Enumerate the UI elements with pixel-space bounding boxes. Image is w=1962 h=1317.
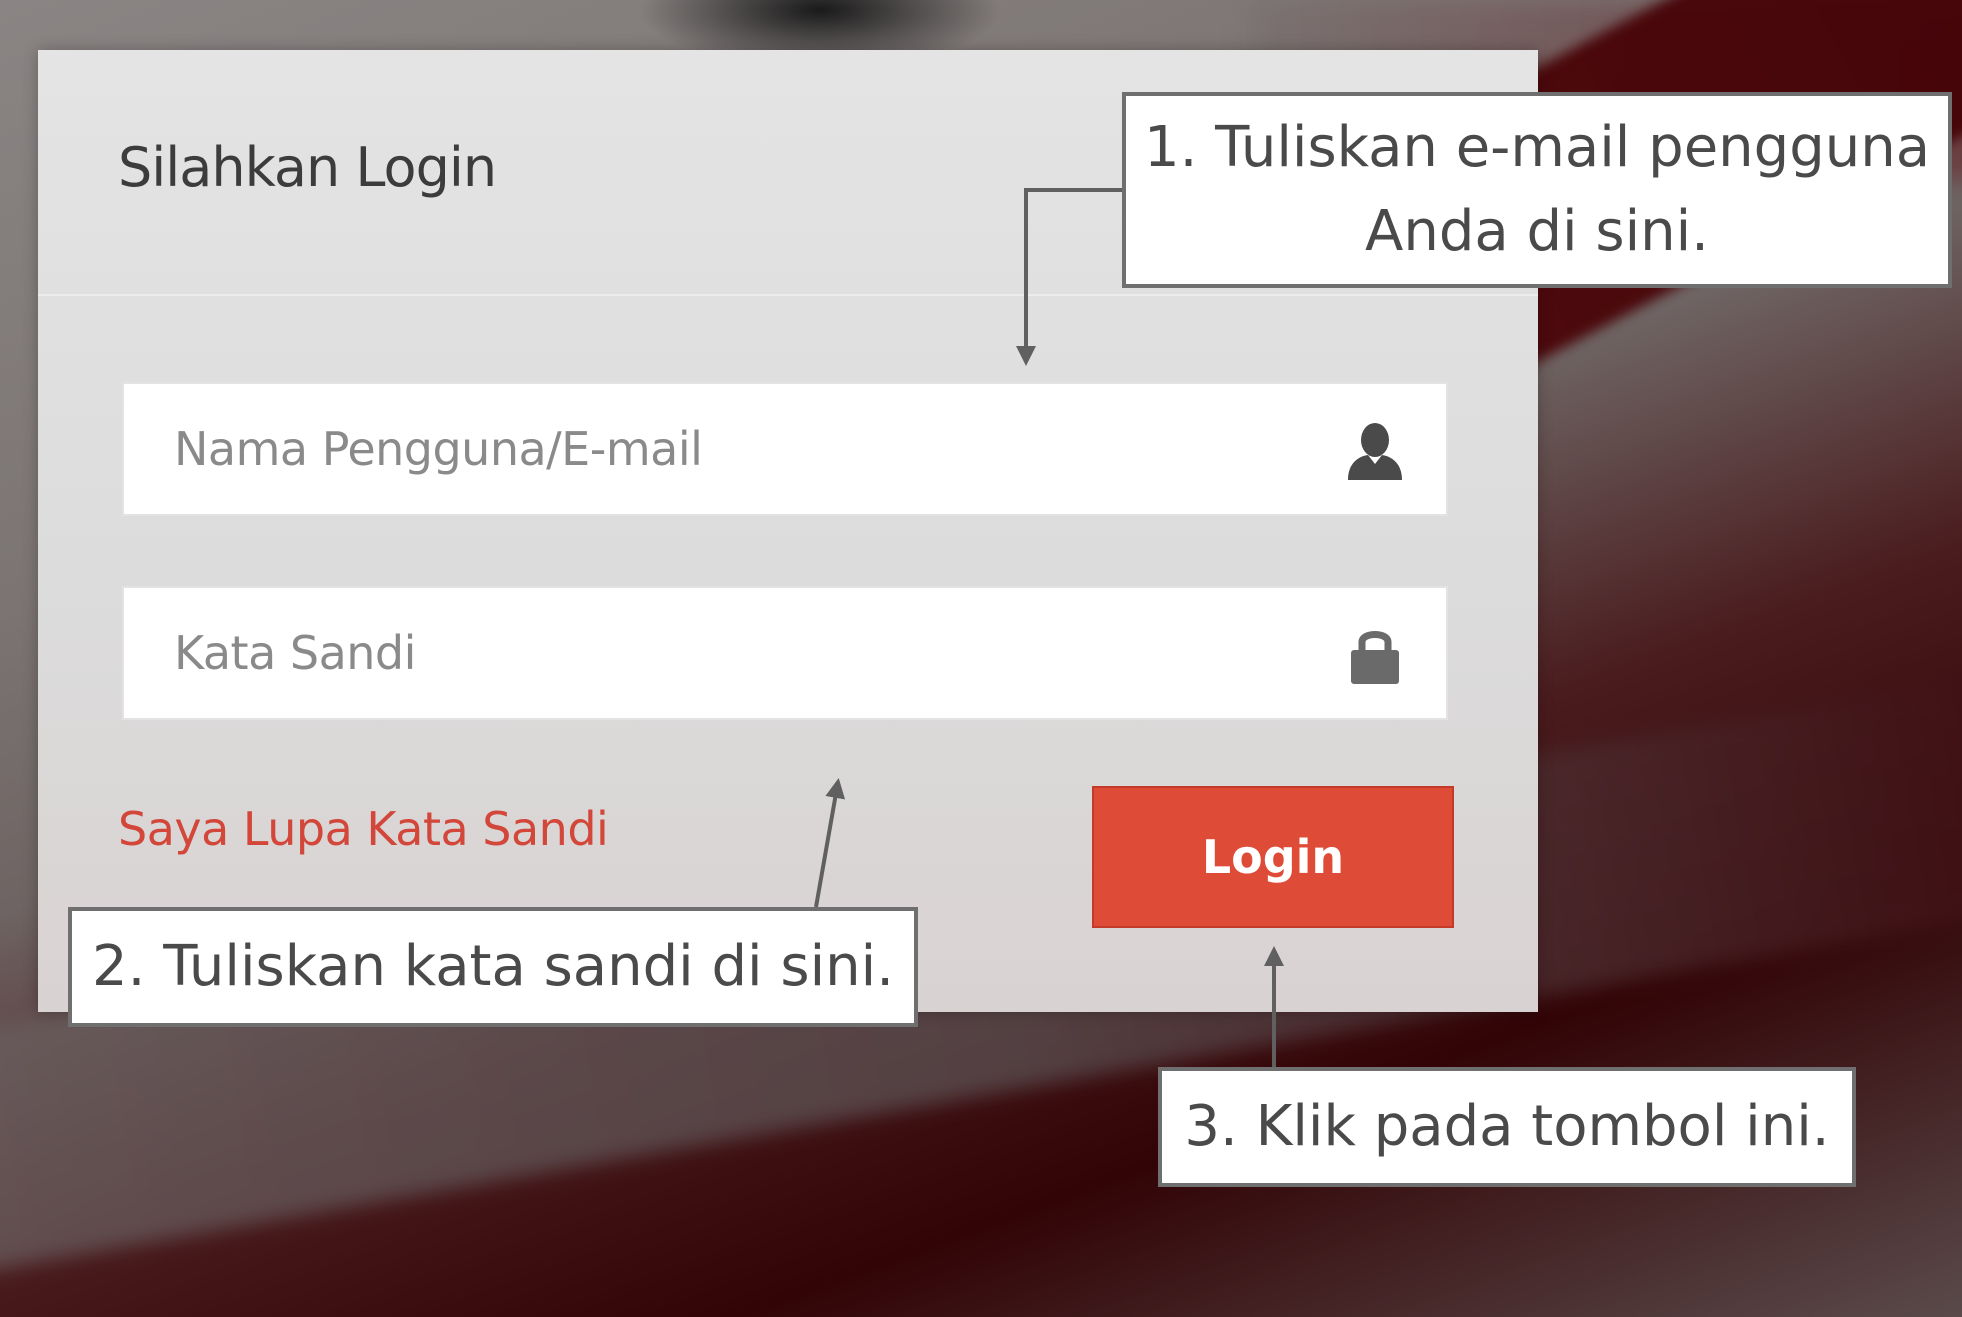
- password-placeholder: Kata Sandi: [174, 626, 416, 680]
- callout-step1: 1. Tuliskan e-mail pengguna Anda di sini…: [1122, 92, 1952, 288]
- lock-icon: [1351, 631, 1399, 684]
- username-input[interactable]: Nama Pengguna/E-mail: [122, 382, 1448, 516]
- username-placeholder: Nama Pengguna/E-mail: [174, 422, 703, 476]
- callout-step1-line2: Anda di sini.: [1365, 199, 1709, 264]
- user-icon: [1348, 423, 1402, 480]
- callout-step2: 2. Tuliskan kata sandi di sini.: [68, 907, 918, 1027]
- login-button[interactable]: Login: [1092, 786, 1454, 928]
- password-input[interactable]: Kata Sandi: [122, 586, 1448, 720]
- callout-step1-line1: 1. Tuliskan e-mail pengguna: [1143, 115, 1931, 180]
- panel-title: Silahkan Login: [118, 136, 497, 199]
- callout-step3: 3. Klik pada tombol ini.: [1158, 1067, 1856, 1187]
- forgot-password-link[interactable]: Saya Lupa Kata Sandi: [118, 802, 609, 856]
